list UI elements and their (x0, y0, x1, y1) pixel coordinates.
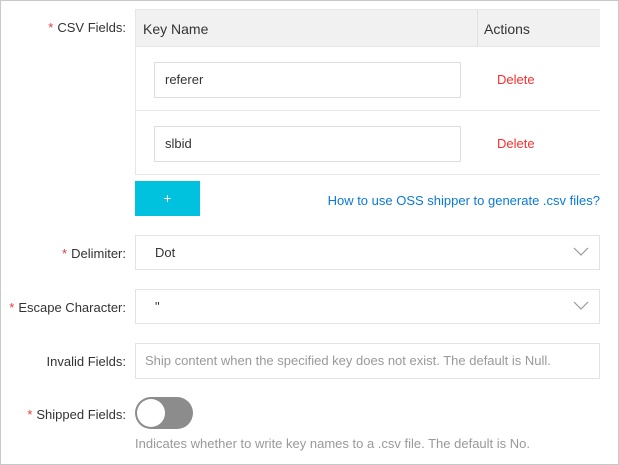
escape-character-select[interactable]: " (135, 289, 600, 324)
delete-button[interactable]: Delete (497, 72, 535, 87)
chevron-down-icon (573, 247, 589, 256)
table-row: slbid Delete (136, 111, 600, 175)
toggle-knob (137, 399, 165, 427)
table-header: Key Name Actions (136, 10, 600, 47)
chevron-down-icon (573, 301, 589, 310)
selected-value: " (155, 299, 160, 314)
table-row: referer Delete (136, 47, 600, 111)
delimiter-label: * Delimiter: (62, 246, 126, 261)
key-name-input[interactable]: referer (154, 62, 461, 98)
required-mark: * (27, 407, 33, 422)
key-name-input[interactable]: slbid (154, 126, 461, 162)
shipped-fields-hint: Indicates whether to write key names to … (135, 436, 531, 451)
csv-fields-table: Key Name Actions referer Delete slbid De… (135, 9, 600, 175)
label-text: CSV Fields: (57, 20, 126, 35)
shipped-fields-label: * Shipped Fields: (27, 407, 126, 422)
shipped-fields-toggle[interactable] (135, 397, 193, 429)
add-field-button[interactable]: + (135, 181, 200, 216)
label-text: Delimiter: (71, 246, 126, 261)
column-actions: Actions (484, 21, 530, 37)
delete-button[interactable]: Delete (497, 136, 535, 151)
invalid-fields-label: Invalid Fields: (46, 354, 126, 369)
csv-help-link[interactable]: How to use OSS shipper to generate .csv … (328, 193, 600, 208)
delimiter-select[interactable]: Dot (135, 235, 600, 270)
required-mark: * (48, 20, 54, 35)
escape-character-label: * Escape Character: (9, 300, 126, 315)
csv-fields-label: * CSV Fields: (48, 20, 126, 35)
required-mark: * (9, 300, 15, 315)
label-text: Escape Character: (18, 300, 126, 315)
required-mark: * (62, 246, 68, 261)
label-text: Shipped Fields: (36, 407, 126, 422)
column-divider (477, 10, 478, 47)
column-key-name: Key Name (143, 21, 209, 37)
invalid-fields-input[interactable]: Ship content when the specified key does… (135, 343, 600, 379)
selected-value: Dot (155, 245, 176, 260)
